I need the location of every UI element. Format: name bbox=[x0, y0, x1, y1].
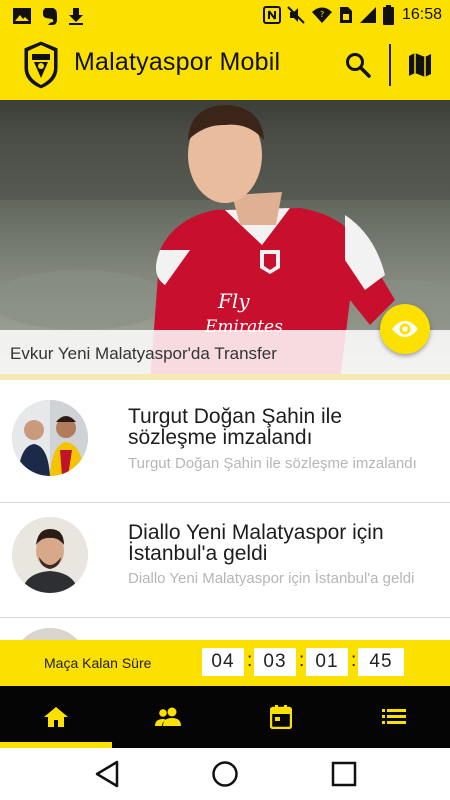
app-screen: ? 16:58 Malatyaspor Mobil Fly Emirates E… bbox=[0, 0, 450, 800]
home-button[interactable] bbox=[209, 758, 241, 790]
wifi-icon: ? bbox=[311, 7, 332, 23]
map-icon bbox=[409, 53, 431, 77]
bottom-nav bbox=[0, 686, 450, 748]
avatar bbox=[12, 400, 88, 476]
news-item[interactable]: Turgut Doğan Şahin ile sözleşme imzaland… bbox=[0, 386, 450, 503]
status-left-icons bbox=[12, 6, 84, 26]
system-nav-bar bbox=[0, 748, 450, 800]
news-subtitle: Diallo Yeni Malatyaspor için İstanbul'a … bbox=[128, 570, 415, 587]
search-button[interactable] bbox=[344, 51, 372, 79]
sim-icon bbox=[339, 7, 352, 23]
search-icon bbox=[346, 53, 371, 78]
countdown-hours: 03 bbox=[254, 648, 296, 676]
eye-icon bbox=[392, 321, 418, 337]
news-title: Turgut Doğan Şahin ile sözleşme imzaland… bbox=[128, 405, 343, 449]
countdown-label: Maça Kalan Süre bbox=[44, 655, 152, 671]
nfc-icon bbox=[262, 6, 281, 24]
recents-button[interactable] bbox=[328, 758, 360, 790]
people-icon bbox=[155, 707, 181, 726]
home-circle-icon bbox=[212, 761, 238, 787]
tab-standings[interactable] bbox=[338, 686, 450, 748]
news-subtitle: Turgut Doğan Şahin ile sözleşme imzaland… bbox=[128, 455, 417, 472]
avatar bbox=[12, 517, 88, 593]
countdown-separator: : bbox=[351, 650, 357, 671]
back-button[interactable] bbox=[91, 758, 123, 790]
countdown-minutes: 01 bbox=[306, 648, 348, 676]
view-button[interactable] bbox=[380, 304, 430, 354]
tab-players[interactable] bbox=[112, 686, 224, 748]
tab-home[interactable] bbox=[0, 686, 112, 748]
status-right-icons: ? 16:58 bbox=[262, 5, 442, 25]
news-title: Diallo Yeni Malatyaspor için İstanbul'a … bbox=[128, 521, 384, 565]
download-icon bbox=[69, 8, 83, 25]
news-item[interactable]: Diallo Yeni Malatyaspor için İstanbul'a … bbox=[0, 503, 450, 618]
match-countdown: Maça Kalan Süre 04 : 03 : 01 : 45 bbox=[0, 640, 450, 686]
tab-fixtures[interactable] bbox=[225, 686, 337, 748]
recents-icon bbox=[331, 761, 357, 787]
home-icon bbox=[44, 707, 68, 727]
app-bar-divider bbox=[389, 44, 391, 86]
club-crest-icon bbox=[23, 40, 59, 90]
battery-icon bbox=[382, 5, 394, 25]
status-time: 16:58 bbox=[401, 6, 442, 23]
countdown-days: 04 bbox=[202, 648, 244, 676]
status-bar: ? 16:58 bbox=[0, 0, 450, 31]
calendar-icon bbox=[270, 705, 292, 729]
map-button[interactable] bbox=[407, 51, 433, 79]
svg-text:Fly: Fly bbox=[217, 289, 250, 313]
back-icon bbox=[95, 760, 119, 788]
countdown-separator: : bbox=[247, 650, 253, 671]
evernote-icon bbox=[43, 8, 57, 25]
mute-icon bbox=[287, 6, 305, 24]
countdown-separator: : bbox=[299, 650, 305, 671]
image-icon bbox=[13, 8, 31, 24]
list-icon bbox=[382, 709, 406, 724]
hero-caption-text: Evkur Yeni Malatyaspor'da Transfer bbox=[10, 344, 277, 363]
app-bar: Malatyaspor Mobil bbox=[0, 31, 450, 100]
signal-icon bbox=[359, 7, 376, 23]
svg-text:?: ? bbox=[320, 10, 324, 19]
countdown-seconds: 45 bbox=[358, 648, 404, 676]
app-title: Malatyaspor Mobil bbox=[74, 48, 281, 76]
